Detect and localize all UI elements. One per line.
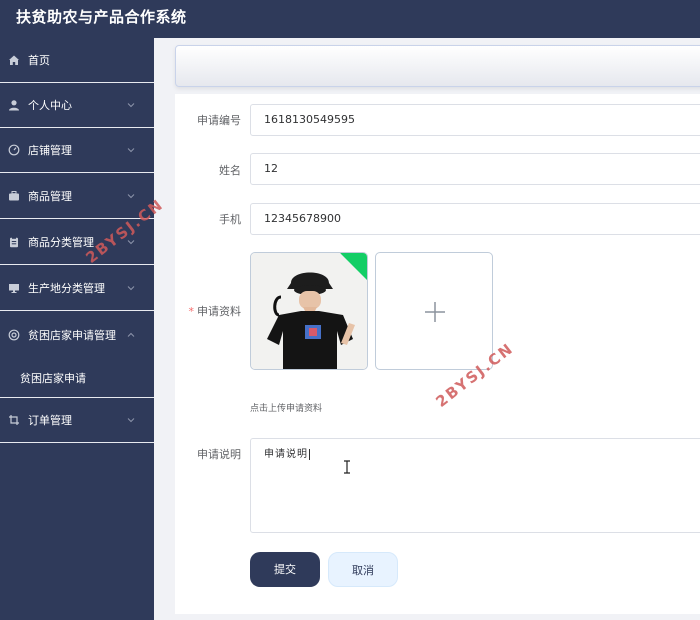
sidebar-item-label: 首页	[28, 54, 50, 67]
chevron-down-icon	[126, 415, 136, 425]
crop-icon	[8, 414, 20, 426]
name-input[interactable]: 12	[250, 153, 700, 185]
text-cursor-icon	[344, 460, 350, 474]
help-circle-icon	[8, 329, 20, 341]
phone-input[interactable]: 12345678900	[250, 203, 700, 235]
chevron-down-icon	[126, 283, 136, 293]
cancel-button[interactable]: 取消	[328, 552, 398, 587]
uploaded-tshirt-photo	[251, 253, 367, 369]
main-content: 申请编号 1618130549595 姓名 12 手机 12345678900 …	[154, 38, 700, 620]
sidebar-item-label: 店铺管理	[28, 144, 72, 157]
application-no-label: 申请编号	[197, 114, 241, 127]
sidebar-item-personal-center[interactable]: 个人中心	[0, 83, 154, 128]
sidebar-item-home[interactable]: 首页	[0, 38, 154, 83]
chevron-down-icon	[126, 145, 136, 155]
sidebar-subitem-poor-shop-application[interactable]: 贫困店家申请	[0, 358, 154, 398]
sidebar-item-label: 贫困店家申请管理	[28, 328, 116, 342]
required-asterisk: *	[188, 305, 195, 318]
description-textarea[interactable]: 申请说明	[250, 438, 700, 533]
home-icon	[8, 54, 20, 66]
sidebar-item-poor-shop-application-management[interactable]: 贫困店家申请管理	[0, 311, 154, 358]
sidebar-item-origin-category-management[interactable]: 生产地分类管理	[0, 265, 154, 311]
description-text: 申请说明	[264, 449, 308, 460]
sidebar: 首页 个人中心 店铺管理 商品管理 商品分类管理 生产地分类管理 贫困店家申请管…	[0, 38, 154, 620]
sidebar-item-label: 商品管理	[28, 189, 72, 203]
sidebar-item-label: 订单管理	[28, 414, 72, 427]
name-label: 姓名	[219, 164, 241, 177]
text-caret	[309, 448, 310, 460]
sidebar-item-label: 生产地分类管理	[28, 281, 105, 295]
upload-add-button[interactable]	[375, 252, 493, 370]
chevron-down-icon	[126, 191, 136, 201]
top-header: 扶贫助农与产品合作系统	[0, 0, 700, 38]
clipboard-icon	[8, 236, 20, 248]
materials-label: * 申请资料	[179, 303, 242, 319]
app-title: 扶贫助农与产品合作系统	[16, 8, 187, 26]
upload-tip-text: 点击上传申请资料	[250, 404, 323, 414]
sidebar-subitem-label: 贫困店家申请	[20, 371, 86, 385]
sidebar-item-label: 个人中心	[28, 99, 72, 112]
materials-label-text: 申请资料	[197, 305, 241, 318]
uploaded-image-thumbnail[interactable]: ✓	[250, 252, 368, 370]
submit-button[interactable]: 提交	[250, 552, 320, 587]
dashboard-icon	[8, 144, 20, 156]
sidebar-item-label: 商品分类管理	[28, 235, 94, 249]
application-form: 申请编号 1618130549595 姓名 12 手机 12345678900 …	[175, 94, 700, 614]
user-icon	[8, 99, 20, 111]
briefcase-icon	[8, 190, 20, 202]
sidebar-item-product-management[interactable]: 商品管理	[0, 173, 154, 219]
plus-icon	[425, 302, 445, 322]
monitor-icon	[8, 282, 20, 294]
phone-label: 手机	[219, 213, 241, 226]
breadcrumb-bar	[175, 45, 700, 87]
sidebar-item-shop-management[interactable]: 店铺管理	[0, 128, 154, 173]
application-no-input[interactable]: 1618130549595	[250, 104, 700, 136]
sidebar-item-order-management[interactable]: 订单管理	[0, 398, 154, 443]
description-label: 申请说明	[197, 448, 241, 461]
chevron-up-icon	[126, 330, 136, 340]
chevron-down-icon	[126, 100, 136, 110]
